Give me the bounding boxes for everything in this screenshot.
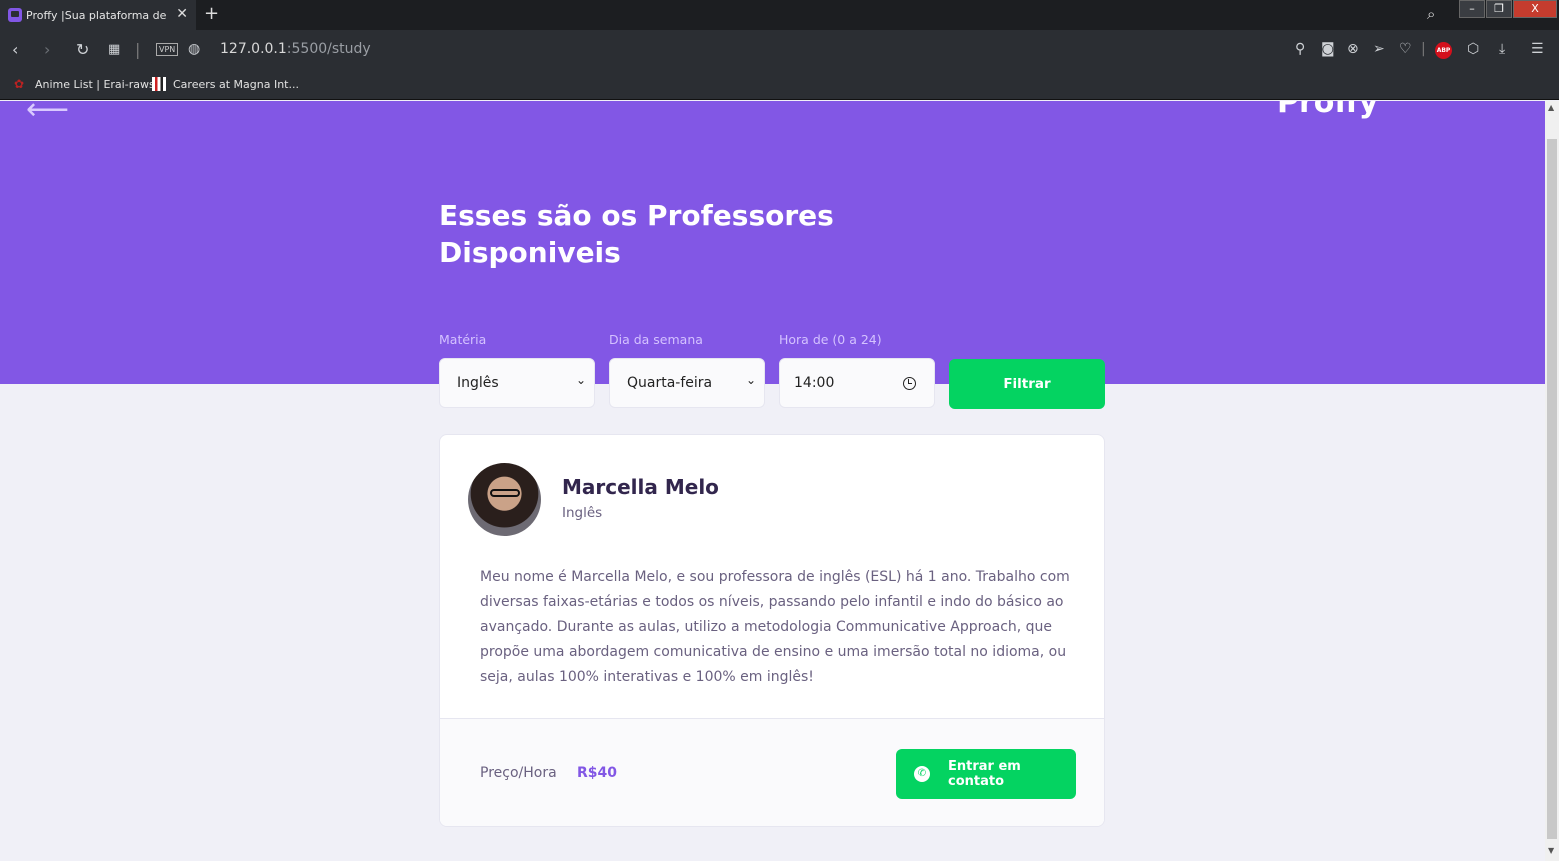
page-title: Esses são os Professores Disponiveis [439,199,834,269]
time-label: Hora de (0 a 24) [779,332,882,347]
back-icon[interactable]: ‹ [12,40,18,59]
back-arrow-icon[interactable]: ⟵ [26,101,69,125]
bookmark-label: Anime List | Erai-raws [35,77,155,91]
whatsapp-icon: ✆ [914,766,930,782]
cube-icon[interactable]: ⬡ [1467,41,1479,57]
minimize-button[interactable]: – [1459,0,1485,18]
filter-button[interactable]: Filtrar [949,359,1105,409]
avatar [468,463,541,536]
subject-select[interactable]: Inglês ⌄ [439,358,595,408]
scroll-up-icon[interactable]: ▲ [1548,103,1554,112]
close-tab-icon[interactable]: ✕ [176,6,188,22]
search-page-icon[interactable]: ⚲ [1295,41,1305,57]
anime-bookmark-icon: ✿ [14,77,25,91]
globe-icon: ◍ [188,41,201,57]
teacher-name: Marcella Melo [562,475,719,499]
tab-search-icon[interactable]: ⌕ [1427,5,1435,23]
teacher-subject: Inglês [562,505,603,521]
new-tab-button[interactable]: + [204,3,219,24]
block-icon[interactable]: ⊗ [1347,41,1359,57]
page-header: ⟵ Proffy Esses são os Professores Dispon… [0,101,1545,409]
avatar-glasses [490,489,520,497]
teacher-card: Marcella Melo Inglês Meu nome é Marcella… [439,434,1105,827]
weekday-label: Dia da semana [609,332,703,347]
separator: | [135,40,141,59]
adblock-icon[interactable]: ABP [1435,42,1452,59]
page-scrollbar[interactable]: ▲ ▼ [1545,101,1559,861]
url-host: 127.0.0.1 [220,41,287,57]
time-input[interactable]: 14:00 [779,358,935,408]
address-bar: ‹ › ↻ ▦ | VPN ◍ 127.0.0.1:5500/study ⚲ ◙… [0,30,1559,70]
heart-icon[interactable]: ♡ [1399,41,1412,57]
price-value: R$40 [577,765,618,781]
close-window-button[interactable]: X [1513,0,1557,18]
bookmark-label: Careers at Magna Int... [173,77,299,91]
browser-tab[interactable]: Proffy |Sua plataforma de estudos ✕ [0,0,196,30]
url-path: :5500/study [286,41,371,57]
scrollbar-thumb[interactable] [1547,139,1557,839]
camera-icon[interactable]: ◙ [1321,41,1335,57]
card-footer: Preço/Hora R$40 ✆ Entrar em contato [440,718,1104,826]
reload-icon[interactable]: ↻ [76,40,89,59]
price-label: Preço/Hora [480,765,557,781]
speed-dial-icon[interactable]: ▦ [108,42,120,57]
bookmark-item[interactable]: Careers at Magna Int... [152,77,299,91]
time-input-value: 14:00 [794,375,835,391]
forward-icon[interactable]: › [44,40,50,59]
contact-button[interactable]: ✆ Entrar em contato [896,749,1076,799]
magna-bookmark-icon [152,77,166,91]
chevron-down-icon: ⌄ [575,373,586,387]
teacher-bio: Meu nome é Marcella Melo, e sou professo… [480,569,1070,685]
vpn-badge[interactable]: VPN [156,43,179,56]
proffy-favicon-icon [8,8,22,22]
weekday-select[interactable]: Quarta-feira ⌄ [609,358,765,408]
url-field[interactable]: 127.0.0.1:5500/study [220,41,371,57]
proffy-logo: Proffy [1277,101,1379,120]
menu-icon[interactable]: ☰ [1531,41,1544,57]
subject-label: Matéria [439,332,487,347]
subject-select-value: Inglês [457,375,499,391]
contact-button-label: Entrar em contato [948,759,1021,789]
download-icon[interactable]: ⤓ [1499,41,1505,57]
separator: | [1421,41,1426,57]
bookmarks-bar: ✿ Anime List | Erai-raws Careers at Magn… [0,70,1559,100]
tab-bar: Proffy |Sua plataforma de estudos ✕ + ⌕ … [0,0,1559,30]
page-content: ⟵ Proffy Esses são os Professores Dispon… [0,101,1545,861]
restore-button[interactable]: ❐ [1486,0,1512,18]
bookmark-item[interactable]: ✿ Anime List | Erai-raws [14,77,155,91]
clock-icon[interactable] [903,377,916,390]
weekday-select-value: Quarta-feira [627,375,713,391]
chevron-down-icon: ⌄ [745,373,756,387]
scroll-down-icon[interactable]: ▼ [1548,846,1554,855]
tab-title: Proffy |Sua plataforma de estudos [26,8,168,22]
send-icon[interactable]: ➢ [1373,41,1385,57]
window-controls: – ❐ X [1458,0,1557,18]
